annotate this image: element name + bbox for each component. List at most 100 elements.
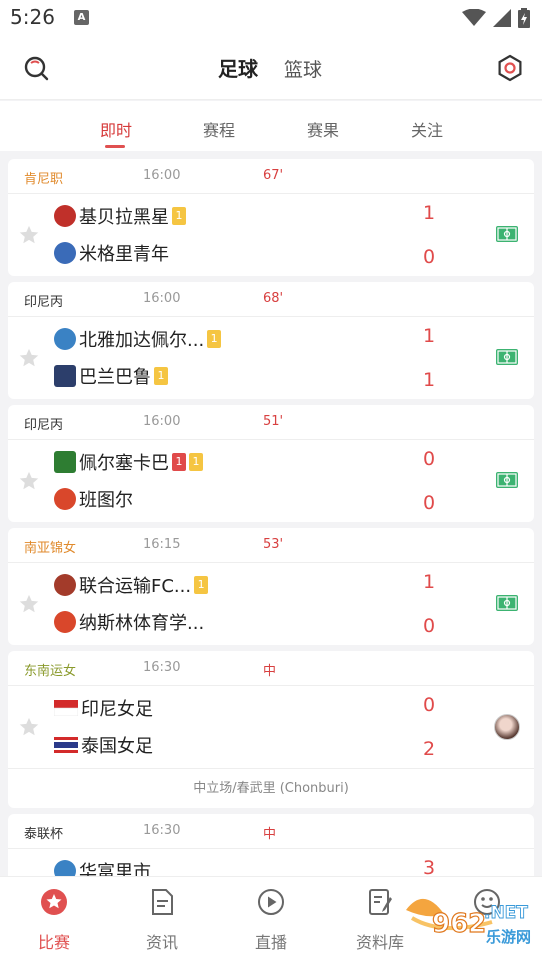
status-bar: 5:26 A [0,0,542,36]
match-header: 泰联杯 16:30 中 [8,814,534,849]
streamer-avatar[interactable] [494,714,520,740]
home-team: 华富里市 [54,859,151,876]
away-score: 1 [422,369,436,391]
tabbar-label: 直播 [254,933,287,952]
away-score: 2 [422,738,436,760]
watermark-caption: 乐游网 [486,928,531,946]
team-name: 米格里青年 [79,244,169,265]
home-score: 0 [422,448,436,470]
yellow-card-icon: 1 [194,576,209,594]
team-crest-icon [54,611,76,633]
away-team: 泰国女足 [54,733,153,757]
status-notification-badge: A [74,10,89,25]
favorite-star-icon[interactable] [18,224,40,246]
yellow-card-icon: 1 [172,207,186,225]
league-name: 南亚锦女 [24,541,77,556]
team-name: 北雅加达佩尔... [79,330,205,351]
status-icons [462,8,530,28]
match-header: 东南运女 16:30 中 [8,651,534,686]
wifi-icon [462,9,486,26]
match-card[interactable]: 东南运女 16:30 中 印尼女足 泰国女足 0 2 中立场/春武里 (Chon… [8,651,534,808]
tab-results[interactable]: 赛果 [307,117,339,141]
match-time: 16:30 [143,823,181,838]
away-team: 巴兰巴鲁 1 [54,364,168,388]
league-name: 泰联杯 [24,827,64,842]
tab-following[interactable]: 关注 [411,117,443,141]
team-crest-icon [54,242,76,264]
field-icon[interactable] [496,226,518,242]
away-score: 0 [422,246,436,268]
tab-football-label: 足球 [218,57,258,81]
match-time: 16:30 [143,660,181,675]
match-card[interactable]: 南亚锦女 16:15 53' 联合运输FC... 1 纳斯林体育学... 1 0 [8,528,534,645]
team-crest-icon [54,488,76,510]
home-team: 印尼女足 [54,696,153,720]
team-name: 华富里市 [79,862,151,876]
match-header: 肯尼职 16:00 67' [8,159,534,194]
tab-basketball[interactable]: 篮球 [284,55,322,82]
tabbar-matches[interactable]: 比赛 [14,887,94,953]
match-header: 印尼丙 16:00 51' [8,405,534,440]
field-icon[interactable] [496,472,518,488]
match-time: 16:15 [143,537,181,552]
yellow-card-icon: 1 [189,453,203,471]
away-team: 米格里青年 [54,241,169,265]
live-play-icon [258,889,284,915]
match-minute: 67' [263,168,284,183]
home-score: 3 [422,857,436,876]
match-card[interactable]: 印尼丙 16:00 68' 北雅加达佩尔... 1 巴兰巴鲁 1 1 1 [8,282,534,399]
indonesia-flag-icon [54,700,78,716]
home-team: 佩尔塞卡巴 1 1 [54,450,203,474]
watermark-net: .NET [484,903,528,923]
status-time: 5:26 [10,5,55,29]
tab-schedule[interactable]: 赛程 [203,117,235,141]
favorite-star-icon[interactable] [18,347,40,369]
match-time: 16:00 [143,291,181,306]
home-score: 1 [422,325,436,347]
tab-football[interactable]: 足球 [218,45,269,82]
watermark-number: 962 [432,909,486,939]
home-team: 联合运输FC... 1 [54,573,209,597]
team-crest-icon [54,365,76,387]
favorite-star-icon[interactable] [18,593,40,615]
team-name: 佩尔塞卡巴 [79,453,169,474]
signal-icon [493,9,511,27]
team-name: 纳斯林体育学... [79,613,205,634]
team-crest-icon [54,205,76,227]
match-minute: 68' [263,291,284,306]
match-card[interactable]: 泰联杯 16:30 中 华富里市 3 [8,814,534,876]
away-score: 0 [422,492,436,514]
match-minute: 中 [263,664,277,679]
match-card[interactable]: 肯尼职 16:00 67' 基贝拉黑星 1 米格里青年 1 0 [8,159,534,276]
league-name: 东南运女 [24,664,77,679]
favorite-star-icon[interactable] [18,716,40,738]
settings-icon[interactable] [496,54,524,82]
match-time: 16:00 [143,414,181,429]
tabbar-label: 比赛 [37,933,70,952]
field-icon[interactable] [496,595,518,611]
tabbar-live[interactable]: 直播 [231,887,311,953]
top-header: 足球 篮球 [0,36,542,100]
match-time: 16:00 [143,168,181,183]
team-name: 印尼女足 [81,699,153,720]
team-name: 基贝拉黑星 [79,207,169,228]
subtabs: 即时 赛程 赛果 关注 [0,101,542,151]
match-list[interactable]: 肯尼职 16:00 67' 基贝拉黑星 1 米格里青年 1 0 印尼丙 16:0… [0,151,542,876]
field-icon[interactable] [496,349,518,365]
tabbar-news[interactable]: 资讯 [122,887,202,953]
battery-icon [518,8,530,28]
league-name: 印尼丙 [24,418,64,433]
team-name: 班图尔 [79,490,133,511]
search-icon[interactable] [22,54,50,82]
tab-underline [105,145,125,148]
home-score: 1 [422,202,436,224]
home-team: 北雅加达佩尔... 1 [54,327,222,351]
match-card[interactable]: 印尼丙 16:00 51' 佩尔塞卡巴 1 1 班图尔 0 0 [8,405,534,522]
home-team: 基贝拉黑星 1 [54,204,186,228]
favorite-star-icon[interactable] [18,470,40,492]
tab-live[interactable]: 即时 [100,117,132,141]
team-crest-icon [54,451,76,473]
team-name: 巴兰巴鲁 [79,367,151,388]
league-name: 肯尼职 [24,172,64,187]
yellow-card-icon: 1 [207,330,222,348]
